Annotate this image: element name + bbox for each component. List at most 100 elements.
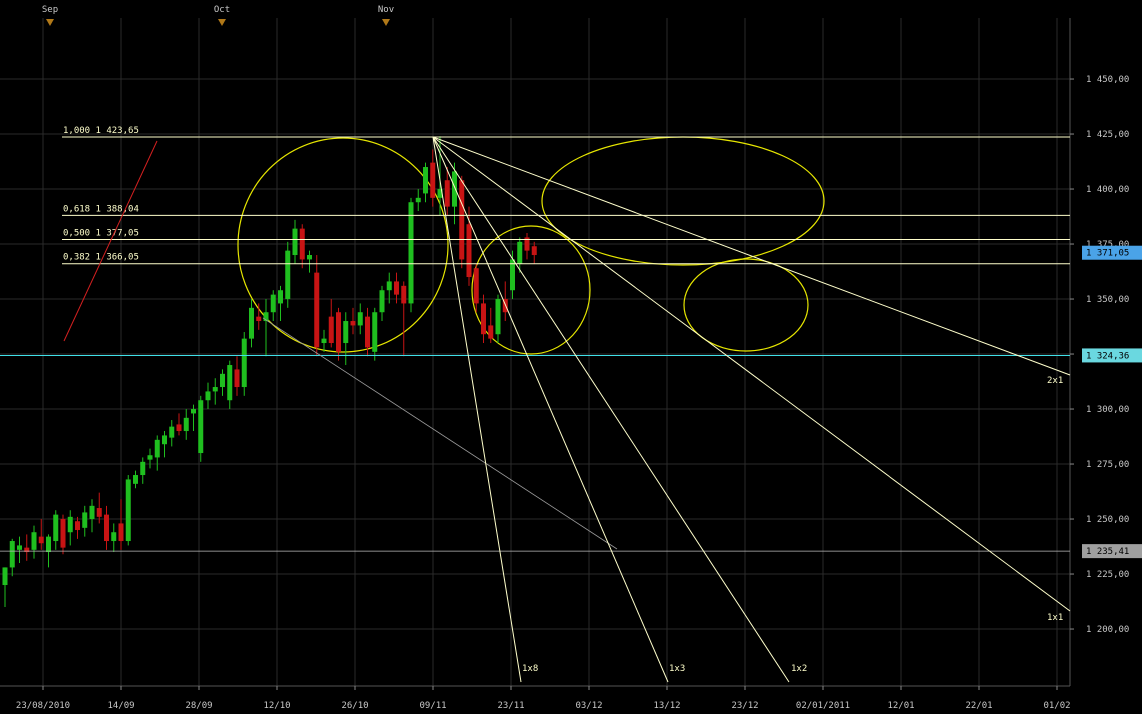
candle-body <box>386 281 392 291</box>
price-chart[interactable]: 1,000 1 423,65 0,618 1 388,04 0,500 1 377,… <box>0 0 1142 714</box>
candle-body <box>154 439 160 458</box>
y-tick-label: 1 300,00 <box>1086 405 1129 415</box>
candle-body <box>31 532 37 550</box>
candle-body <box>176 424 182 432</box>
candle-body <box>336 312 341 352</box>
candle-body <box>205 391 211 401</box>
x-tick-label: 26/10 <box>341 701 368 711</box>
candle-body <box>220 373 225 388</box>
x-tick-label: 12/01 <box>887 701 914 711</box>
gann-fan-label: 1x8 <box>522 664 538 674</box>
candle-body <box>104 514 109 542</box>
candle-body <box>365 316 370 348</box>
month-label: Nov <box>378 5 394 15</box>
candle-body <box>140 461 146 476</box>
candle-body <box>307 255 312 260</box>
candle-body <box>133 475 138 484</box>
candle-body <box>495 299 501 335</box>
candle-body <box>198 400 204 454</box>
candle-body <box>299 228 305 260</box>
candle-body <box>82 512 88 528</box>
candle-body <box>328 316 334 344</box>
candle-body <box>38 536 44 544</box>
fib-level-label: 0,618 1 388,04 <box>63 204 139 214</box>
chart-background <box>0 0 1142 714</box>
candle-body <box>60 519 66 548</box>
candle-body <box>517 241 523 264</box>
candle-body <box>241 338 247 388</box>
candle-body <box>314 272 320 348</box>
candle-body <box>444 180 450 207</box>
x-tick-label: 14/09 <box>107 701 134 711</box>
candle-body <box>321 338 327 344</box>
y-tick-label: 1 400,00 <box>1086 185 1129 195</box>
candle-body <box>423 167 428 194</box>
candle-body <box>473 268 479 304</box>
price-badge-label: 1 324,36 <box>1086 351 1129 361</box>
y-tick-label: 1 225,00 <box>1086 570 1129 580</box>
fib-level-label: 0,500 1 377,05 <box>63 229 139 239</box>
candle-body <box>401 285 407 304</box>
y-tick-label: 1 275,00 <box>1086 460 1129 470</box>
candle-body <box>466 224 472 278</box>
y-tick-label: 1 200,00 <box>1086 625 1129 635</box>
y-tick-label: 1 350,00 <box>1086 295 1129 305</box>
candle-body <box>9 541 15 568</box>
candle-body <box>89 505 95 520</box>
y-tick-label: 1 250,00 <box>1086 515 1129 525</box>
candle-body <box>481 303 486 335</box>
candle-body <box>379 290 385 313</box>
candle-body <box>2 567 8 586</box>
candle-body <box>415 197 421 203</box>
x-tick-label: 23/12 <box>731 701 758 711</box>
gann-fan-label: 2x1 <box>1047 376 1063 386</box>
month-label: Oct <box>214 5 230 15</box>
candle-body <box>350 321 356 326</box>
candle-body <box>256 316 262 322</box>
y-tick-label: 1 425,00 <box>1086 130 1129 140</box>
month-label: Sep <box>42 5 58 15</box>
candle-body <box>459 180 465 260</box>
candle-body <box>292 228 298 256</box>
candle-body <box>270 294 276 313</box>
x-tick-label: 23/11 <box>497 701 524 711</box>
candle-body <box>285 250 291 300</box>
candle-body <box>183 417 189 432</box>
candle-body <box>372 312 378 352</box>
candle-body <box>162 435 167 445</box>
candle-body <box>227 365 233 401</box>
gann-fan-label: 1x1 <box>1047 613 1063 623</box>
candle-body <box>394 281 399 295</box>
candle-body <box>357 312 363 326</box>
fib-level-label: 1,000 1 423,65 <box>63 126 139 136</box>
x-tick-label: 22/01 <box>965 701 992 711</box>
candle-body <box>430 162 436 198</box>
x-tick-label: 09/11 <box>419 701 446 711</box>
candle-body <box>67 516 73 533</box>
candle-body <box>343 321 349 344</box>
price-badge-label: 1 371,05 <box>1086 249 1129 259</box>
x-tick-label: 03/12 <box>575 701 602 711</box>
candle-body <box>147 455 153 460</box>
candle-body <box>531 246 537 256</box>
candle-body <box>212 387 218 392</box>
candle-body <box>234 369 240 388</box>
gann-fan-label: 1x3 <box>669 664 685 674</box>
candle-body <box>17 545 22 550</box>
y-tick-label: 1 450,00 <box>1086 75 1129 85</box>
candle-body <box>53 514 59 542</box>
x-tick-label: 02/01/2011 <box>796 701 850 711</box>
candle-body <box>191 409 196 414</box>
candle-body <box>278 290 283 304</box>
candle-body <box>249 307 254 339</box>
price-badge-label: 1 235,41 <box>1086 547 1129 557</box>
gann-fan-label: 1x2 <box>791 664 807 674</box>
candle-body <box>118 523 124 542</box>
x-tick-label: 28/09 <box>185 701 212 711</box>
x-tick-label: 12/10 <box>263 701 290 711</box>
x-tick-label: 01/02 <box>1043 701 1070 711</box>
candle-body <box>408 202 414 304</box>
candle-body <box>125 479 131 542</box>
x-tick-label: 23/08/2010 <box>16 701 70 711</box>
x-tick-label: 13/12 <box>653 701 680 711</box>
